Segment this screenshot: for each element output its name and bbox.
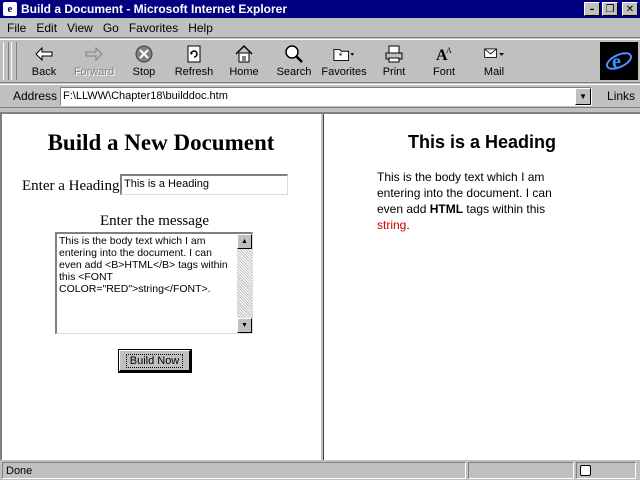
address-value: F:\LLWW\Chapter18\builddoc.htm xyxy=(63,90,228,102)
menu-view[interactable]: View xyxy=(62,21,98,35)
message-textarea[interactable]: This is the body text which I am enterin… xyxy=(55,232,253,334)
minimize-button[interactable]: – xyxy=(584,2,600,16)
output-body-text: tags within this xyxy=(463,202,546,216)
home-icon xyxy=(233,44,255,64)
refresh-icon xyxy=(183,44,205,64)
menu-go[interactable]: Go xyxy=(98,21,124,35)
mail-icon xyxy=(483,44,505,64)
stop-icon xyxy=(133,44,155,64)
address-label: Address xyxy=(13,89,58,103)
page-title: Build a New Document xyxy=(47,130,275,155)
back-arrow-icon xyxy=(33,44,55,64)
status-text: Done xyxy=(2,462,466,479)
output-heading: This is a Heading xyxy=(407,132,557,152)
menu-favorites[interactable]: Favorites xyxy=(124,21,183,35)
refresh-button[interactable]: Refresh xyxy=(169,40,219,82)
output-red-text: string xyxy=(377,218,407,232)
toolbar-grip[interactable] xyxy=(3,42,9,80)
menu-help[interactable]: Help xyxy=(183,21,218,35)
right-frame: This is a Heading This is the body text … xyxy=(324,114,640,460)
scroll-track[interactable] xyxy=(237,249,252,318)
menu-edit[interactable]: Edit xyxy=(31,21,62,35)
heading-input[interactable]: This is a Heading xyxy=(120,174,288,195)
font-button[interactable]: AA Font xyxy=(419,40,469,82)
menu-file[interactable]: File xyxy=(2,21,31,35)
status-pane-empty xyxy=(468,462,574,479)
stop-button[interactable]: Stop xyxy=(119,40,169,82)
home-button[interactable]: Home xyxy=(219,40,269,82)
svg-text:e: e xyxy=(612,51,621,73)
forward-arrow-icon xyxy=(83,44,105,64)
zone-computer-icon xyxy=(580,465,591,476)
print-button[interactable]: Print xyxy=(369,40,419,82)
left-frame: Build a New Document Enter a Heading Thi… xyxy=(2,114,320,460)
message-text[interactable]: This is the body text which I am enterin… xyxy=(57,234,237,333)
toolbar-grip[interactable] xyxy=(11,42,17,80)
ie-logo-icon: e xyxy=(600,42,638,80)
menu-bar: File Edit View Go Favorites Help xyxy=(0,18,640,38)
window-title: Build a Document - Microsoft Internet Ex… xyxy=(21,2,288,16)
favorites-button[interactable]: * Favorites xyxy=(319,40,369,82)
output-bold-text: HTML xyxy=(429,202,464,216)
search-icon xyxy=(283,44,305,64)
status-bar: Done xyxy=(0,461,640,480)
standard-toolbar: Back Forward Stop Refresh Home Search * xyxy=(0,39,640,83)
maximize-button[interactable]: ❐ xyxy=(602,2,618,16)
output-body: This is the body text which I am enterin… xyxy=(377,169,577,233)
address-input[interactable]: F:\LLWW\Chapter18\builddoc.htm ▼ xyxy=(60,86,593,106)
message-scrollbar[interactable]: ▲ ▼ xyxy=(237,234,252,333)
mail-button[interactable]: Mail xyxy=(469,40,519,82)
forward-button[interactable]: Forward xyxy=(69,40,119,82)
font-icon: AA xyxy=(433,44,455,64)
svg-text:A: A xyxy=(446,46,452,55)
output-body-text: . xyxy=(406,218,410,232)
printer-icon xyxy=(383,44,405,64)
browser-content: Build a New Document Enter a Heading Thi… xyxy=(0,112,640,460)
ie-app-icon[interactable]: e xyxy=(3,2,17,16)
scroll-down-icon[interactable]: ▼ xyxy=(237,318,252,333)
address-bar: Address F:\LLWW\Chapter18\builddoc.htm ▼… xyxy=(0,84,640,108)
heading-label: Enter a Heading xyxy=(22,178,120,194)
close-button[interactable]: ✕ xyxy=(622,2,638,16)
address-dropdown-icon[interactable]: ▼ xyxy=(575,87,592,105)
message-label: Enter the message xyxy=(99,213,210,229)
status-zone xyxy=(576,462,636,479)
back-button[interactable]: Back xyxy=(19,40,69,82)
build-now-button[interactable]: Build Now xyxy=(118,349,192,373)
svg-text:*: * xyxy=(339,51,343,61)
title-bar: e Build a Document - Microsoft Internet … xyxy=(0,0,640,18)
links-button[interactable]: Links xyxy=(607,89,635,103)
search-button[interactable]: Search xyxy=(269,40,319,82)
favorites-folder-icon: * xyxy=(333,44,355,64)
scroll-up-icon[interactable]: ▲ xyxy=(237,234,252,249)
